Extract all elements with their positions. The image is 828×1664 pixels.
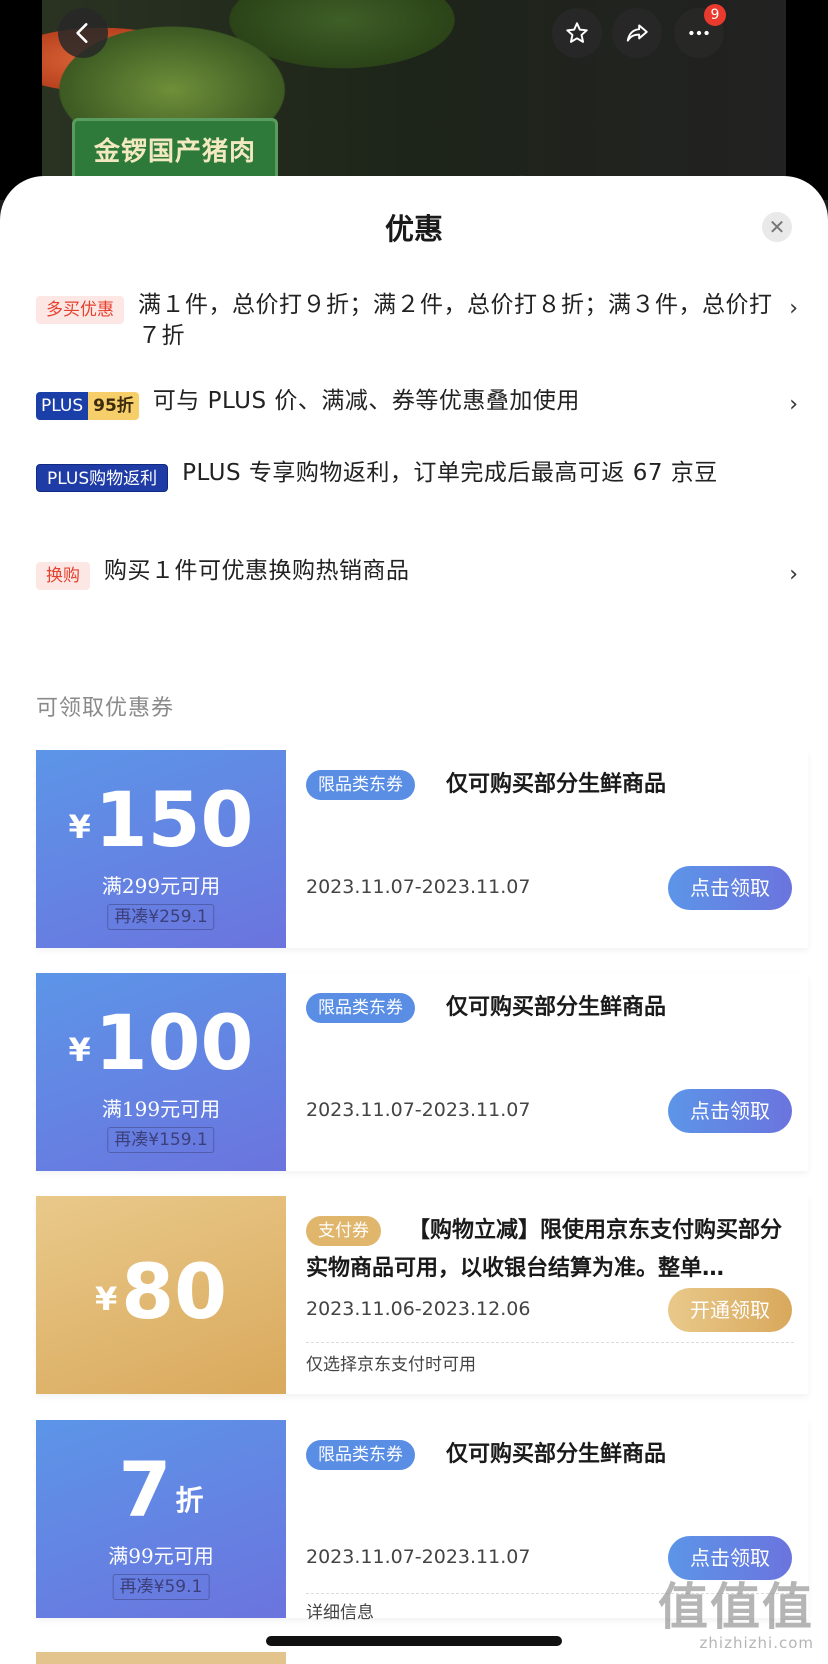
promo-text: 可与 PLUS 价、满减、券等优惠叠加使用 <box>152 388 580 414</box>
promo-text: PLUS 专享购物返利，订单完成后最高可返 67 京豆 <box>182 460 718 486</box>
plus-tag-discount: 95折 <box>88 392 139 420</box>
product-image-area: 金锣国产猪肉 9 <box>0 0 828 200</box>
coupon-value-panel: ¥100 满199元可用 再凑¥159.1 <box>32 973 286 1171</box>
notification-count-badge: 9 <box>704 4 726 26</box>
favorite-button[interactable] <box>552 8 602 58</box>
currency-symbol: ¥ <box>68 1031 91 1069</box>
chevron-right-icon: › <box>789 296 798 321</box>
coupon-description: 仅可购买部分生鲜商品 <box>446 1442 667 1467</box>
claim-coupon-button[interactable]: 点击领取 <box>668 1536 792 1580</box>
watermark-logo: 值值值 <box>658 1578 814 1636</box>
coupon-value-panel: ¥150 满299元可用 再凑¥259.1 <box>32 750 286 948</box>
coupon-card: ¥100 满199元可用 再凑¥159.1 限品类东券 仅可购买部分生鲜商品 2… <box>32 973 808 1171</box>
promo-row-multi-buy[interactable]: 多买优惠 满１件，总价打９折；满２件，总价打８折；满３件，总价打７折 › <box>36 290 798 352</box>
coupon-type-badge: 限品类东券 <box>306 993 415 1023</box>
sheet-title: 优惠 <box>384 212 443 246</box>
close-button[interactable]: ✕ <box>762 212 792 242</box>
coupon-amount-value: 100 <box>94 998 254 1087</box>
coupon-details: 限品类东券 仅可购买部分生鲜商品 2023.11.07-2023.11.07 点… <box>286 750 808 948</box>
promo-text: 购买１件可优惠换购热销商品 <box>104 558 410 584</box>
promo-row-plus-discount[interactable]: PLUS 95折 可与 PLUS 价、满减、券等优惠叠加使用 › <box>36 386 798 420</box>
promotions-sheet: 优惠 ✕ 多买优惠 满１件，总价打９折；满２件，总价打８折；满３件，总价打７折 … <box>0 176 828 1664</box>
star-icon <box>566 22 588 43</box>
coupon-description: 仅可购买部分生鲜商品 <box>446 772 667 797</box>
chevron-right-icon: › <box>789 392 798 417</box>
discount-unit: 折 <box>175 1484 204 1517</box>
watermark: 值值值 zhizhizhi.com <box>658 1580 814 1652</box>
currency-symbol: ¥ <box>94 1280 118 1318</box>
coupon-condition: 满99元可用 <box>108 1544 214 1568</box>
share-button[interactable] <box>612 8 662 58</box>
activate-claim-button[interactable]: 开通领取 <box>668 1288 792 1332</box>
coupon-type-badge: 限品类东券 <box>306 770 415 800</box>
coupon-validity: 2023.11.07-2023.11.07 <box>306 876 531 898</box>
watermark-url: zhizhizhi.com <box>699 1634 814 1652</box>
coupon-description: 仅可购买部分生鲜商品 <box>446 995 667 1020</box>
coupon-details: 支付券 【购物立减】限使用京东支付购买部分实物商品可用，以收银台结算为准。整单…… <box>286 1196 808 1394</box>
plus-tag-label: PLUS <box>36 392 89 420</box>
coupon-validity: 2023.11.07-2023.11.07 <box>306 1546 531 1568</box>
coupon-description: 【购物立减】限使用京东支付购买部分实物商品可用，以收银台结算为准。整单… <box>306 1218 783 1281</box>
coupon-condition: 满199元可用 <box>101 1097 221 1121</box>
coupon-discount-value: 7 <box>118 1445 172 1534</box>
promo-row-plus-rebate: PLUS购物返利 PLUS 专享购物返利，订单完成后最高可返 67 京豆 <box>36 458 798 492</box>
divider <box>306 1342 794 1343</box>
coupon-condition: 满299元可用 <box>101 874 221 898</box>
coupon-amount: ¥100 <box>36 1003 286 1083</box>
next-coupon-peek <box>36 1652 286 1664</box>
share-icon <box>626 24 648 42</box>
claim-coupon-button[interactable]: 点击领取 <box>668 866 792 910</box>
coupon-shortfall: 再凑¥259.1 <box>107 904 215 930</box>
coupons-section-title: 可领取优惠券 <box>36 696 175 721</box>
coupon-amount: ¥150 <box>36 780 286 860</box>
coupon-amount-value: 150 <box>94 775 254 864</box>
back-icon <box>76 23 88 43</box>
close-icon: ✕ <box>768 215 786 239</box>
promo-text: 满１件，总价打９折；满２件，总价打８折；满３件，总价打７折 <box>138 292 773 349</box>
promo-tag: 多买优惠 <box>36 296 124 324</box>
coupon-validity: 2023.11.07-2023.11.07 <box>306 1099 531 1121</box>
chevron-right-icon: › <box>789 562 798 587</box>
promo-tag: PLUS购物返利 <box>36 464 169 492</box>
coupon-card: ¥150 满299元可用 再凑¥259.1 限品类东券 仅可购买部分生鲜商品 2… <box>32 750 808 948</box>
coupon-amount-value: 80 <box>121 1247 228 1336</box>
back-button[interactable] <box>58 8 108 58</box>
coupon-note: 仅选择京东支付时可用 <box>306 1355 476 1375</box>
currency-symbol: ¥ <box>68 808 91 846</box>
coupon-type-badge: 限品类东券 <box>306 1440 415 1470</box>
coupon-shortfall: 再凑¥159.1 <box>107 1127 215 1153</box>
promo-tag: 换购 <box>36 562 90 590</box>
coupon-amount: 7折 <box>36 1450 286 1530</box>
coupon-shortfall: 再凑¥59.1 <box>112 1574 210 1600</box>
coupon-validity: 2023.11.06-2023.12.06 <box>306 1298 531 1320</box>
coupon-details: 限品类东券 仅可购买部分生鲜商品 2023.11.07-2023.11.07 点… <box>286 973 808 1171</box>
more-button[interactable]: 9 <box>674 4 726 58</box>
home-indicator[interactable] <box>266 1636 562 1646</box>
coupon-value-panel: ¥80 <box>32 1196 286 1394</box>
coupon-value-panel: 7折 满99元可用 再凑¥59.1 <box>32 1420 286 1618</box>
promo-row-exchange[interactable]: 换购 购买１件可优惠换购热销商品 › <box>36 556 798 590</box>
details-link[interactable]: 详细信息 <box>306 1598 374 1623</box>
coupon-amount: ¥80 <box>36 1252 286 1332</box>
plus-discount-tag: PLUS 95折 <box>36 392 139 420</box>
claim-coupon-button[interactable]: 点击领取 <box>668 1089 792 1133</box>
coupon-card: ¥80 支付券 【购物立减】限使用京东支付购买部分实物商品可用，以收银台结算为准… <box>32 1196 808 1394</box>
